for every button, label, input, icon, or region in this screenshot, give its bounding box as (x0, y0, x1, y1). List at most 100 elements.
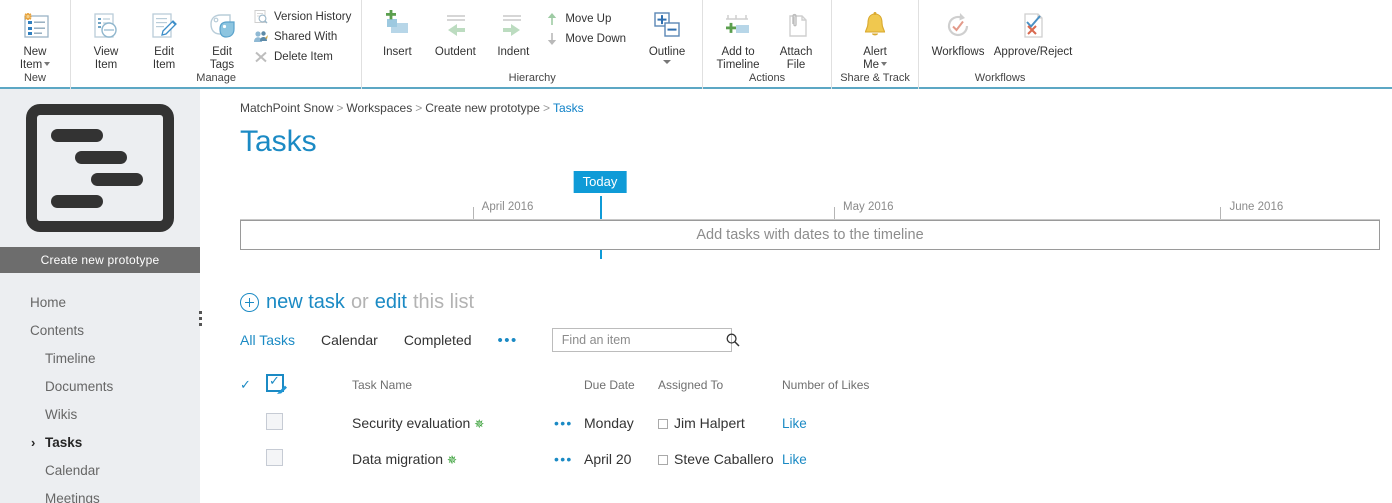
sidebar-item-timeline[interactable]: Timeline (0, 345, 200, 373)
timeline-tick (1220, 207, 1222, 219)
move-up-button[interactable]: Move Up (542, 10, 630, 28)
edit-list-link[interactable]: edit (375, 291, 407, 314)
new-item-badge-icon: ✵ (447, 453, 458, 467)
new-task-row: new task or edit this list (240, 291, 1380, 314)
outline-button[interactable]: Outline (638, 4, 696, 64)
header-assigned-to[interactable]: Assigned To (658, 374, 782, 405)
outdent-label: Outdent (434, 46, 476, 58)
row-checkbox-cell[interactable] (266, 441, 322, 477)
header-due-date[interactable]: Due Date (584, 374, 658, 405)
row-context-menu-button[interactable]: ••• (554, 415, 573, 431)
sidebar-item-label: Wikis (45, 407, 78, 422)
row-spacer (240, 441, 266, 477)
page-title: Tasks (240, 125, 317, 158)
plus-circle-icon[interactable] (240, 293, 259, 312)
edit-tags-button[interactable]: Edit Tags (193, 4, 251, 71)
row-due-date: April 20 (584, 451, 632, 467)
row-ellipsis-cell[interactable]: ••• (554, 441, 584, 477)
ribbon-group-label-workflows: Workflows (974, 72, 1026, 84)
breadcrumb-item-0[interactable]: MatchPoint Snow (240, 101, 333, 115)
select-edit-icon[interactable] (266, 373, 287, 394)
workflows-icon (942, 8, 974, 44)
workflows-button[interactable]: Workflows (925, 4, 991, 59)
chevron-down-icon[interactable] (44, 62, 51, 67)
assigned-to-name[interactable]: Jim Halpert (674, 415, 745, 431)
like-link[interactable]: Like (782, 416, 807, 431)
indent-button[interactable]: Indent (484, 4, 542, 59)
view-selector-bar: All Tasks Calendar Completed ••• (240, 328, 1380, 352)
view-item-button[interactable]: View Item (77, 4, 135, 71)
table-row[interactable]: Data migration ✵ ••• April 20 Steve Cabal… (240, 441, 900, 477)
search-input[interactable] (559, 332, 725, 348)
row-checkbox[interactable] (266, 413, 283, 430)
assigned-to-name[interactable]: Steve Caballero (674, 451, 774, 467)
sidebar-item-documents[interactable]: Documents (0, 373, 200, 401)
sidebar-item-contents[interactable]: Contents (0, 317, 200, 345)
sidebar-item-wikis[interactable]: Wikis (0, 401, 200, 429)
search-box[interactable] (551, 328, 740, 352)
sidebar-item-home[interactable]: Home (0, 289, 200, 317)
row-ellipsis-cell[interactable]: ••• (554, 405, 584, 441)
indent-label: Indent (497, 46, 530, 58)
sidebar-item-calendar[interactable]: Calendar (0, 457, 200, 485)
outdent-button[interactable]: Outdent (426, 4, 484, 59)
shared-with-button[interactable]: Shared With (251, 28, 355, 46)
pencil-icon (277, 385, 287, 394)
insert-button[interactable]: Insert (368, 4, 426, 59)
version-history-button[interactable]: Version History (251, 8, 355, 26)
view-tab-all-tasks[interactable]: All Tasks (240, 332, 295, 348)
view-item-label-1: View (93, 46, 119, 58)
alert-me-label-2: Me (863, 58, 880, 71)
sidebar-item-meetings[interactable]: Meetings (0, 485, 200, 503)
header-number-of-likes[interactable]: Number of Likes (782, 374, 900, 405)
timeline-empty-band[interactable]: Add tasks with dates to the timeline (240, 220, 1380, 250)
add-to-timeline-button[interactable]: Add to Timeline (709, 4, 767, 71)
new-item-button[interactable]: New Item (6, 4, 64, 71)
chevron-down-icon[interactable] (881, 62, 888, 67)
sidebar-item-tasks[interactable]: › Tasks (0, 429, 200, 457)
breadcrumb-separator: > (415, 101, 423, 115)
today-badge[interactable]: Today (573, 171, 627, 193)
table-row[interactable]: Security evaluation ✵ ••• Monday Jim Halp… (240, 405, 900, 441)
move-up-label: Move Up (565, 13, 612, 25)
breadcrumb-item-1[interactable]: Workspaces (346, 101, 412, 115)
alert-me-button[interactable]: Alert Me (838, 4, 912, 71)
move-down-button[interactable]: Move Down (542, 30, 630, 48)
row-checkbox[interactable] (266, 449, 283, 466)
header-select-edit[interactable] (266, 373, 322, 405)
edit-item-button[interactable]: Edit Item (135, 4, 193, 71)
task-name-link[interactable]: Data migration (322, 451, 443, 467)
checkmark-icon: ✓ (240, 376, 251, 392)
ribbon-group-hierarchy: Insert Outdent Indent Move Up Move Down … (361, 0, 702, 89)
breadcrumb-item-2[interactable]: Create new prototype (425, 101, 540, 115)
view-item-label-2: Item (94, 58, 118, 71)
sidebar-item-label: Home (30, 295, 67, 310)
attach-file-button[interactable]: Attach File (767, 4, 825, 71)
row-likes-cell[interactable]: Like (782, 441, 900, 477)
more-views-button[interactable]: ••• (498, 332, 518, 349)
new-task-link[interactable]: new task (266, 291, 345, 314)
header-task-name[interactable]: Task Name (322, 374, 554, 405)
row-context-menu-button[interactable]: ••• (554, 451, 573, 467)
new-item-badge-icon: ✵ (474, 417, 485, 431)
delete-item-button[interactable]: Delete Item (251, 48, 355, 66)
site-title[interactable]: Create new prototype (0, 247, 200, 273)
breadcrumb-item-3[interactable]: Tasks (553, 101, 584, 115)
view-tab-completed[interactable]: Completed (404, 332, 472, 348)
move-up-icon (544, 11, 560, 27)
task-name-link[interactable]: Security evaluation (322, 415, 470, 431)
timeline-empty-text: Add tasks with dates to the timeline (696, 227, 924, 243)
ribbon-group-new: New Item New (0, 0, 70, 89)
chevron-down-icon[interactable] (663, 59, 672, 64)
row-likes-cell[interactable]: Like (782, 405, 900, 441)
approve-reject-button[interactable]: Approve/Reject (991, 4, 1075, 59)
view-tab-calendar[interactable]: Calendar (321, 332, 378, 348)
row-assigned-to: Steve Caballero (658, 441, 782, 477)
sidebar-item-label: Contents (30, 323, 85, 338)
add-to-timeline-icon (722, 8, 754, 44)
search-icon[interactable] (725, 332, 741, 348)
row-checkbox-cell[interactable] (266, 405, 322, 441)
header-check-all[interactable]: ✓ (240, 374, 266, 405)
breadcrumb-separator: > (336, 101, 344, 115)
like-link[interactable]: Like (782, 452, 807, 467)
